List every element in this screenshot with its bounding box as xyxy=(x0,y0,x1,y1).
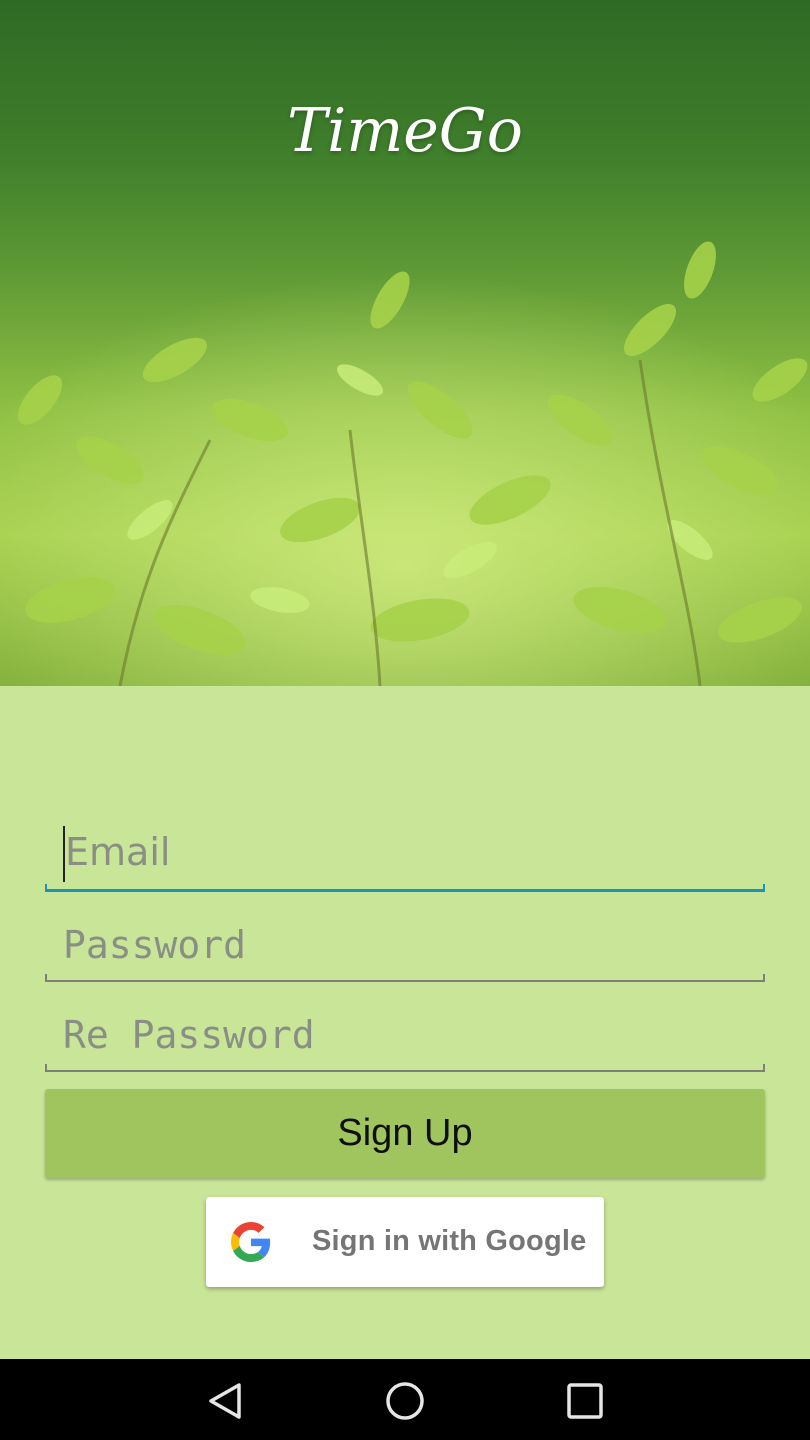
hero-image: TimeGo xyxy=(0,0,810,686)
password-field-wrapper xyxy=(45,908,765,982)
app-title: TimeGo xyxy=(287,96,523,166)
email-field-wrapper: Email xyxy=(45,818,765,892)
email-input[interactable] xyxy=(45,818,765,892)
password-underline xyxy=(45,974,765,982)
google-signin-label: Sign in with Google xyxy=(312,1225,587,1257)
recents-square-icon[interactable] xyxy=(563,1379,607,1423)
repassword-underline xyxy=(45,1064,765,1072)
email-underline xyxy=(45,884,765,892)
repassword-field-wrapper xyxy=(45,998,765,1072)
google-g-icon xyxy=(231,1222,271,1262)
home-circle-icon[interactable] xyxy=(383,1379,427,1423)
password-input[interactable] xyxy=(45,908,765,982)
signup-screen: TimeGo Email Sign Up Sign in with Google xyxy=(0,0,810,1440)
google-signin-button[interactable]: Sign in with Google xyxy=(206,1197,604,1287)
text-caret xyxy=(63,826,65,882)
signup-button[interactable]: Sign Up xyxy=(45,1089,765,1178)
android-nav-bar xyxy=(0,1359,810,1440)
repassword-input[interactable] xyxy=(45,998,765,1072)
back-triangle-icon[interactable] xyxy=(203,1379,247,1423)
